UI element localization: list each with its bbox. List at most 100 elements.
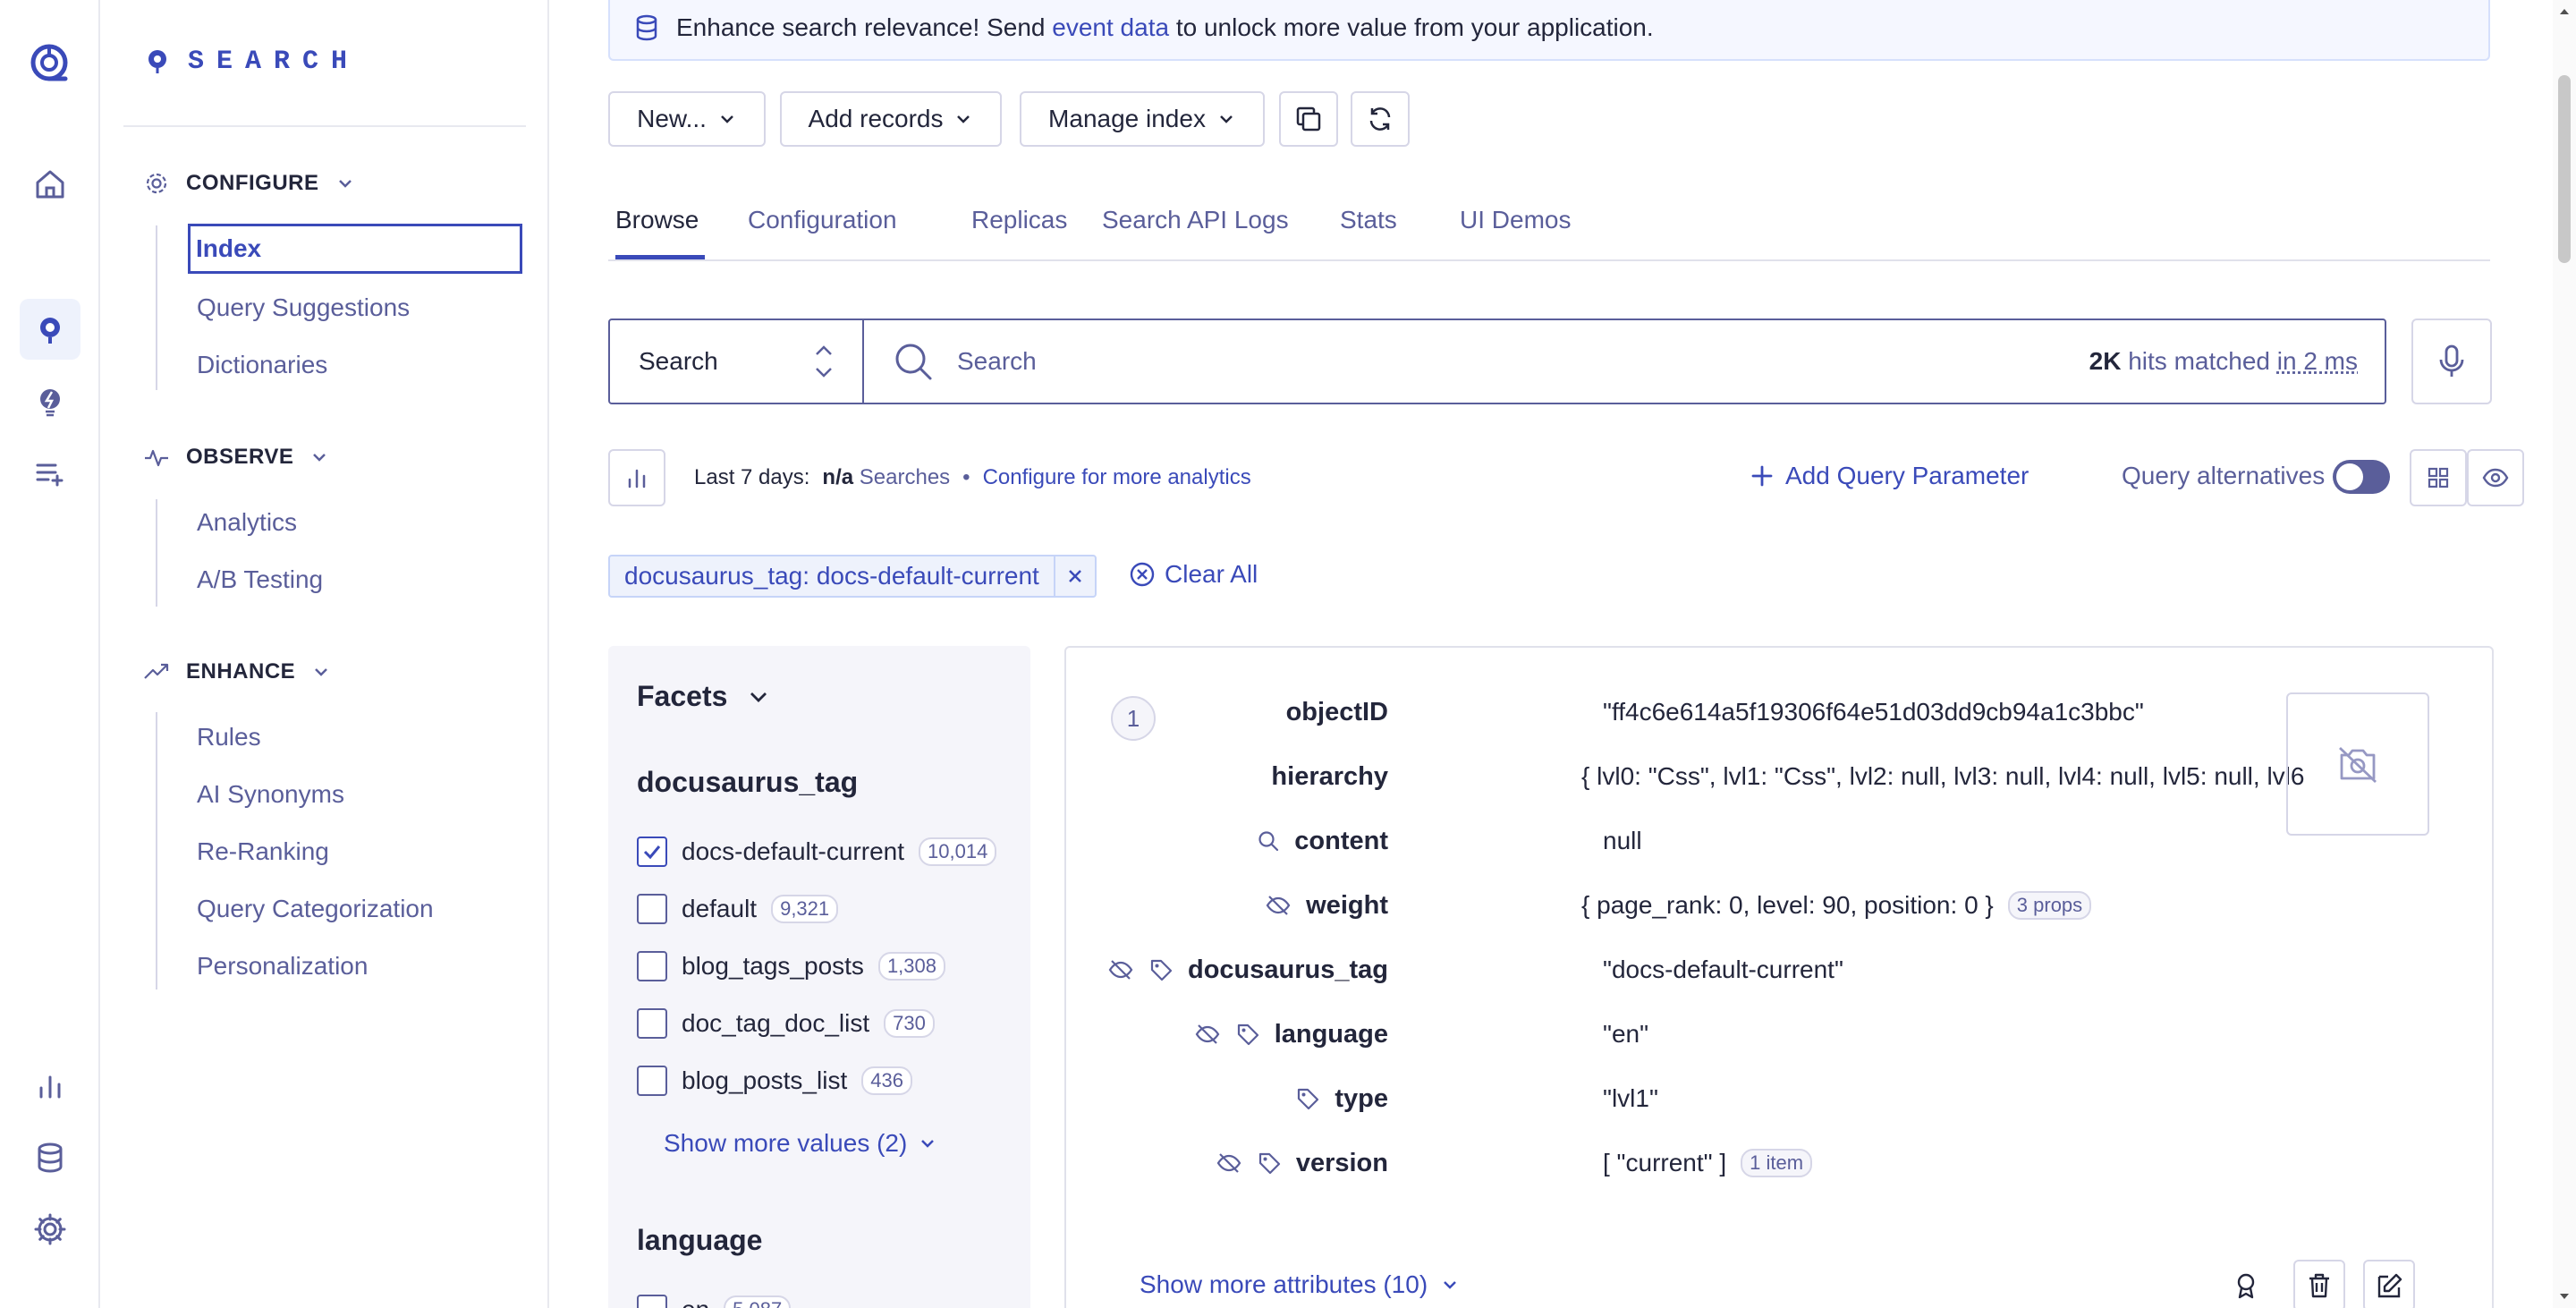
scroll-up-arrow-icon[interactable] — [2553, 2, 2576, 20]
filter-chip-text: docusaurus_tag: docs-default-current — [610, 556, 1055, 596]
add-query-parameter-label: Add Query Parameter — [1785, 462, 2029, 490]
attribute-key: hierarchy — [1271, 762, 1388, 792]
hidden-eye-icon — [1194, 1023, 1221, 1046]
copy-index-button[interactable] — [1279, 91, 1338, 147]
tab-browse[interactable]: Browse — [615, 206, 705, 259]
refresh-button[interactable] — [1351, 91, 1410, 147]
nav-item-ai-synonyms[interactable]: AI Synonyms — [193, 769, 344, 820]
copy-icon — [1294, 105, 1323, 133]
facet-item[interactable]: en 5,087 — [637, 1292, 791, 1308]
search-placeholder: Search — [957, 347, 1037, 376]
edit-record-button[interactable] — [2363, 1260, 2415, 1308]
nav-item-re-ranking[interactable]: Re-Ranking — [193, 827, 329, 877]
grid-view-button[interactable] — [2410, 449, 2467, 506]
promote-record-button[interactable] — [2220, 1260, 2272, 1308]
page-scrollbar[interactable] — [2553, 0, 2576, 1308]
add-records-dropdown-button[interactable]: Add records — [780, 91, 1002, 147]
facet-item[interactable]: blog_tags_posts 1,308 — [637, 948, 945, 984]
nav-item-dictionaries[interactable]: Dictionaries — [193, 340, 327, 390]
attribute-value: "ff4c6e614a5f19306f64e51d03dd9cb94a1c3bb… — [1603, 698, 2144, 726]
facet-item[interactable]: docs-default-current 10,014 — [637, 834, 996, 870]
event-data-link[interactable]: event data — [1052, 13, 1169, 41]
search-mode-select[interactable]: Search — [610, 320, 864, 403]
manage-index-dropdown-button[interactable]: Manage index — [1020, 91, 1265, 147]
nav-item-analytics[interactable]: Analytics — [193, 497, 297, 548]
checkbox[interactable] — [637, 894, 667, 924]
facet-item-label: default — [682, 895, 757, 923]
analytics-bar-icon[interactable] — [20, 1056, 80, 1117]
attribute-row: content null — [1066, 821, 2372, 861]
facet-item[interactable]: default 9,321 — [637, 891, 838, 927]
database-icon[interactable] — [20, 1127, 80, 1188]
new-dropdown-button[interactable]: New... — [608, 91, 766, 147]
check-icon — [641, 841, 663, 862]
home-icon[interactable] — [20, 154, 80, 215]
record-card: 1 objectID "ff4c6e614a5f19306f64e51d03dd… — [1064, 646, 2494, 1308]
facet-item-count: 9,321 — [771, 895, 838, 923]
nav-item-query-categorization[interactable]: Query Categorization — [193, 884, 434, 934]
add-query-parameter-button[interactable]: Add Query Parameter — [1750, 462, 2029, 490]
show-more-values-button[interactable]: Show more values (2) — [664, 1129, 937, 1158]
tab-configuration[interactable]: Configuration — [748, 206, 897, 259]
facet-item[interactable]: doc_tag_doc_list 730 — [637, 1006, 935, 1041]
facets-panel: Facets docusaurus_tag docs-default-curre… — [608, 646, 1030, 1308]
section-configure[interactable]: CONFIGURE — [143, 170, 355, 197]
show-more-attributes-label: Show more attributes (10) — [1140, 1270, 1428, 1299]
list-add-icon[interactable] — [20, 442, 80, 503]
recommend-icon[interactable] — [20, 370, 80, 431]
search-input[interactable]: Search 2K hits matched in 2 ms — [864, 320, 2385, 403]
settings-gear-icon[interactable] — [20, 1199, 80, 1260]
voice-search-button[interactable] — [2411, 319, 2492, 404]
search-product-icon[interactable] — [20, 299, 80, 360]
analytics-chart-button[interactable] — [608, 449, 665, 506]
plus-icon — [1750, 463, 1775, 488]
preview-toggle-button[interactable] — [2467, 449, 2524, 506]
facets-header[interactable]: Facets — [637, 680, 770, 713]
scrollbar-thumb[interactable] — [2558, 75, 2571, 263]
section-observe[interactable]: OBSERVE — [143, 444, 329, 471]
index-tabs: Browse Configuration Replicas Search API… — [608, 197, 2490, 261]
attribute-row: language "en" — [1066, 1015, 2372, 1054]
checkbox[interactable] — [637, 951, 667, 981]
chevron-down-icon — [1216, 109, 1236, 129]
nav-item-ab-testing[interactable]: A/B Testing — [193, 555, 323, 605]
scroll-down-arrow-icon[interactable] — [2553, 1288, 2576, 1306]
hits-count: 2K hits matched in 2 ms — [2089, 347, 2358, 376]
facet-item[interactable]: blog_posts_list 436 — [637, 1063, 912, 1099]
product-brand: SEARCH — [147, 47, 360, 77]
query-alternatives-toggle[interactable] — [2333, 460, 2390, 494]
tab-ui-demos[interactable]: UI Demos — [1460, 206, 1571, 259]
algolia-logo-icon[interactable] — [20, 32, 80, 93]
tab-replicas[interactable]: Replicas — [971, 206, 1067, 259]
section-enhance[interactable]: ENHANCE — [143, 658, 331, 685]
tab-stats[interactable]: Stats — [1340, 206, 1397, 259]
checkbox[interactable] — [637, 1295, 667, 1308]
facet-item-count: 10,014 — [919, 837, 996, 866]
items-badge: 1 item — [1741, 1149, 1812, 1177]
facet-group-name: language — [637, 1224, 762, 1257]
manage-index-label: Manage index — [1048, 105, 1206, 133]
remove-filter-button[interactable] — [1055, 556, 1095, 596]
side-navigation: SEARCH CONFIGURE Index Query Suggestions… — [100, 0, 549, 1308]
delete-record-button[interactable] — [2293, 1260, 2345, 1308]
attribute-value: [ "current" ] 1 item — [1603, 1149, 1812, 1177]
checkbox[interactable] — [637, 1066, 667, 1096]
attribute-row: version [ "current" ] 1 item — [1066, 1143, 2372, 1183]
nav-item-rules[interactable]: Rules — [193, 712, 261, 762]
nav-item-index[interactable]: Index — [188, 224, 522, 274]
clear-all-button[interactable]: Clear All — [1129, 560, 1258, 589]
configure-analytics-link[interactable]: Configure for more analytics — [983, 465, 1251, 490]
nav-item-query-suggestions[interactable]: Query Suggestions — [193, 283, 410, 333]
show-more-attributes-button[interactable]: Show more attributes (10) — [1140, 1270, 1460, 1299]
nav-item-personalization[interactable]: Personalization — [193, 941, 368, 991]
grid-icon — [2426, 465, 2451, 490]
checkbox[interactable] — [637, 1008, 667, 1039]
chevron-down-icon — [311, 662, 331, 682]
image-placeholder — [2286, 692, 2429, 836]
main-content: Enhance search relevance! Send event dat… — [549, 0, 2553, 1308]
checkbox-checked[interactable] — [637, 837, 667, 867]
chevron-down-icon — [717, 109, 737, 129]
attribute-key: weight — [1265, 891, 1388, 921]
edit-pencil-icon — [2376, 1271, 2402, 1300]
tab-search-api-logs[interactable]: Search API Logs — [1102, 206, 1289, 259]
